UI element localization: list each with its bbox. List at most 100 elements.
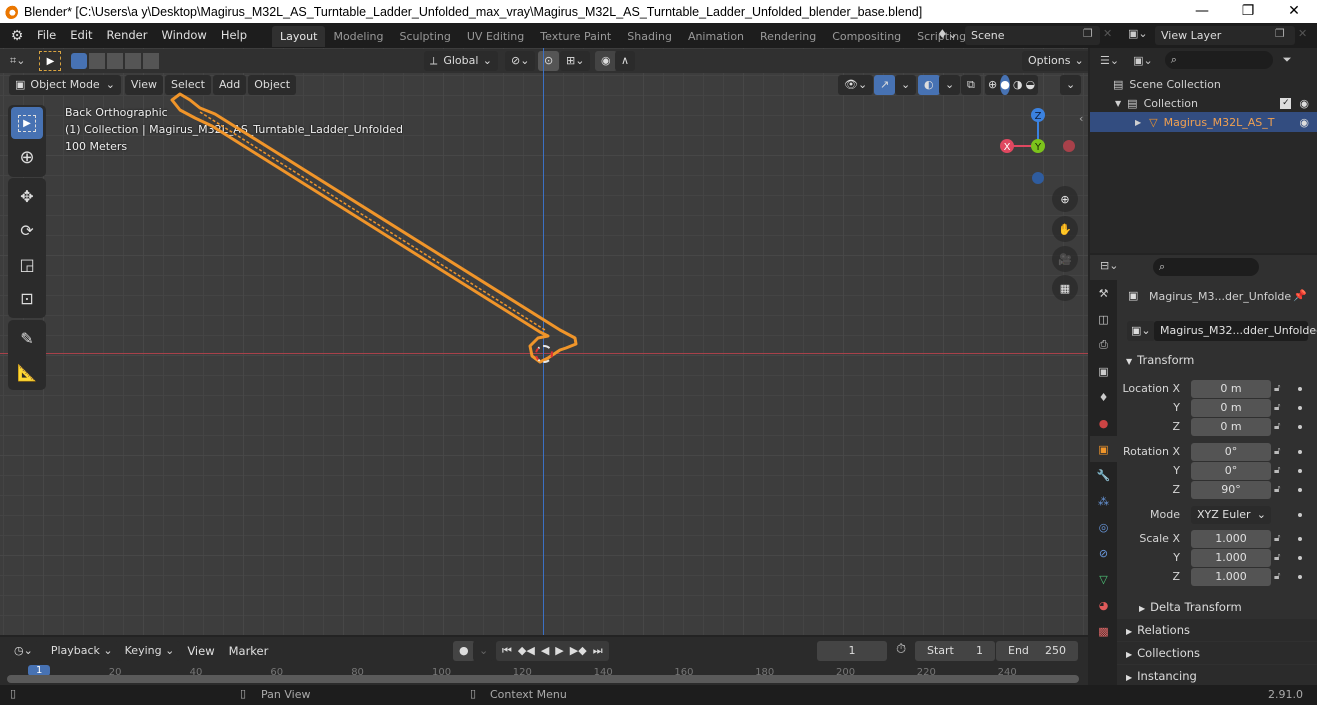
lock-icon[interactable]: 🔓︎ [1274,568,1288,586]
output-tab[interactable]: ⎙ [1090,332,1117,358]
texture-tab[interactable]: ▩ [1090,618,1117,644]
keyframe-dot[interactable] [1298,488,1302,492]
display-mode-dropdown[interactable]: ☰⌄ [1100,54,1119,67]
auto-keying-toggle[interactable]: ● [453,641,475,661]
next-keyframe-icon[interactable]: ▶◆ [570,641,587,661]
eye-icon[interactable]: ◉ [1299,97,1309,110]
end-frame-field[interactable]: End 250 [996,641,1078,661]
menu-edit[interactable]: Edit [63,23,99,48]
tab-texture-paint[interactable]: Texture Paint [532,26,619,47]
measure-tool[interactable]: 📐 [11,356,43,388]
view-layer-tab[interactable]: ▣ [1090,358,1117,384]
annotate-tool[interactable]: ✎ [11,322,43,354]
rotation-x-field[interactable]: 0° [1191,443,1271,461]
eye-icon[interactable]: ◉ [1299,116,1309,129]
rotation-z-field[interactable]: 90° [1191,481,1271,499]
tab-shading[interactable]: Shading [619,26,680,47]
view-layer-field[interactable]: View Layer [1155,26,1295,45]
current-frame-field[interactable]: 1 [817,641,887,661]
3d-viewport[interactable]: ⌗⌄ ▶ ⟂ Global ⌄ ⊘⌄ ⊙ ⊞⌄ ◉ ∧ Options ⌄ ▣ … [0,48,1088,635]
relations-header[interactable]: ▶ Relations [1117,619,1317,641]
pan-view-button[interactable]: ✋ [1052,216,1078,242]
rotation-y-field[interactable]: 0° [1191,462,1271,480]
new-scene-icon[interactable]: ❐ [1083,27,1093,40]
exclude-checkbox[interactable]: ✓ [1280,97,1292,109]
gizmo-neg-x-axis[interactable] [1063,140,1075,152]
location-x-field[interactable]: 0 m [1191,380,1271,398]
world-tab[interactable]: ● [1090,410,1117,436]
select-box-tool[interactable]: ▶ [11,107,43,139]
location-y-field[interactable]: 0 m [1191,399,1271,417]
keyframe-dot[interactable] [1298,387,1302,391]
properties-search-input[interactable]: ⌕ [1153,258,1259,276]
jump-end-icon[interactable]: ⏭ [593,641,603,661]
lock-icon[interactable]: 🔓︎ [1274,462,1288,480]
scale-z-field[interactable]: 1.000 [1191,568,1271,586]
outliner-row-scene-collection[interactable]: ▤ Scene Collection [1090,74,1317,94]
menu-render[interactable]: Render [100,23,155,48]
sidebar-toggle-icon[interactable]: ‹ [1079,112,1083,125]
lock-icon[interactable]: 🔓︎ [1274,418,1288,436]
scale-x-field[interactable]: 1.000 [1191,530,1271,548]
close-button[interactable]: ✕ [1271,0,1317,23]
view-layer-icon[interactable]: ▣⌄ [1128,27,1148,40]
rotation-mode-dropdown[interactable]: XYZ Euler ⌄ [1191,506,1271,524]
keyframe-dot[interactable] [1298,537,1302,541]
keying-menu[interactable]: Keying ⌄ [118,641,181,661]
constraints-tab[interactable]: ⊘ [1090,540,1117,566]
scale-tool[interactable]: ◲ [11,248,43,280]
physics-tab[interactable]: ◎ [1090,514,1117,540]
timeline-view-menu[interactable]: View [180,641,221,661]
delta-transform-header[interactable]: ▶ Delta Transform [1130,596,1317,618]
object-tab[interactable]: ▣ [1090,436,1117,462]
keyframe-dot[interactable] [1298,406,1302,410]
expand-arrow-icon[interactable]: ▼ [1115,99,1121,108]
keyframe-dot[interactable] [1298,450,1302,454]
outliner-search-input[interactable]: ⌕ [1164,51,1273,69]
tool-tab[interactable]: ⚒ [1090,280,1117,306]
outliner-row-collection[interactable]: ▼ ▤ Collection ✓ ◉ [1090,93,1317,113]
camera-view-button[interactable]: 🎥 [1052,246,1078,272]
rotate-tool[interactable]: ⟳ [11,214,43,246]
tab-uv-editing[interactable]: UV Editing [459,26,532,47]
3d-cursor-icon[interactable] [535,345,553,363]
keyframe-dot[interactable] [1298,556,1302,560]
transform-tool[interactable]: ⊡ [11,282,43,314]
material-tab[interactable]: ◕ [1090,592,1117,618]
timeline-marker-menu[interactable]: Marker [222,641,276,661]
keying-dropdown[interactable]: ⌄ [473,641,495,661]
lock-icon[interactable]: 🔓︎ [1274,380,1288,398]
render-tab[interactable]: ◫ [1090,306,1117,332]
transform-panel-header[interactable]: ▼ Transform [1117,349,1317,371]
jump-start-icon[interactable]: ⏮ [502,641,512,661]
navigation-gizmo[interactable]: Z X Y [995,106,1080,191]
tab-animation[interactable]: Animation [680,26,752,47]
start-frame-field[interactable]: Start 1 [915,641,995,661]
instancing-header[interactable]: ▶ Instancing [1117,665,1317,687]
collections-header[interactable]: ▶ Collections [1117,642,1317,664]
filter-icon[interactable]: ⏷ [1283,53,1292,67]
prev-keyframe-icon[interactable]: ◆◀ [518,641,535,661]
keyframe-dot[interactable] [1298,575,1302,579]
menu-help[interactable]: Help [214,23,254,48]
new-view-layer-icon[interactable]: ❐ [1275,27,1285,40]
keyframe-dot[interactable] [1298,469,1302,473]
expand-arrow-icon[interactable]: ▶ [1135,118,1141,127]
ortho-toggle-button[interactable]: ▦ [1052,275,1078,301]
timeline-scrollbar[interactable] [7,675,1079,683]
minimize-button[interactable]: — [1179,0,1225,23]
restore-button[interactable]: ❐ [1225,0,1271,23]
remove-view-layer-icon[interactable]: ✕ [1298,27,1307,40]
menu-window[interactable]: Window [154,23,213,48]
scale-y-field[interactable]: 1.000 [1191,549,1271,567]
play-reverse-icon[interactable]: ◀ [541,641,549,661]
tab-rendering[interactable]: Rendering [752,26,824,47]
remove-scene-icon[interactable]: ✕ [1103,27,1112,40]
blender-menu-icon[interactable]: ⚙ [4,28,30,44]
object-datablock-field[interactable]: Magirus_M32...dder_Unfolded [1154,321,1317,341]
stopwatch-icon[interactable]: ⏱ [896,642,906,657]
editor-type-icon[interactable]: ⊟⌄ [1100,259,1118,272]
outliner-row-object[interactable]: ▶ ▽ Magirus_M32L_AS_T ◉ [1090,112,1317,132]
move-tool[interactable]: ✥ [11,180,43,212]
gizmo-neg-z-axis[interactable] [1032,172,1044,184]
